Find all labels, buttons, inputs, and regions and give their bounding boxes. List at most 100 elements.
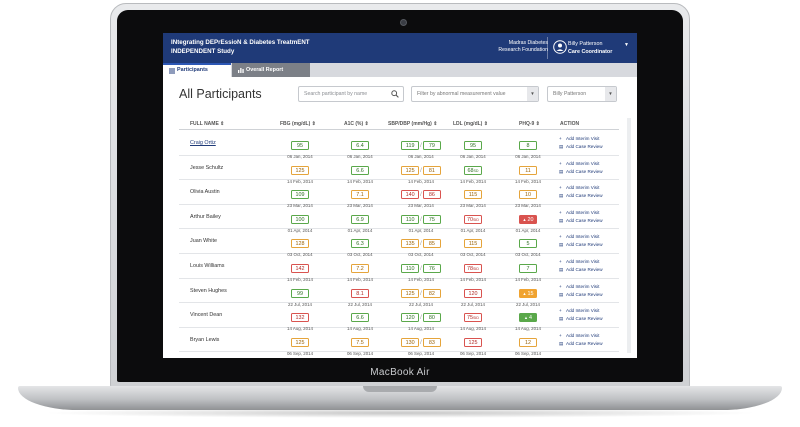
sbp-value: 120 [401,313,420,323]
ldl-date: 06 Sep, 2014 [459,350,487,356]
a1c-value-text: 8.1 [356,290,364,297]
add-interim-visit-link[interactable]: + Add Interim Visit [559,332,603,340]
table-scrollbar[interactable] [627,118,631,353]
coordinator-select[interactable]: Billy Patterson ▼ [547,86,617,102]
person-plus-icon: + [559,136,562,141]
laptop-notch [363,386,437,392]
person-plus-icon: + [559,332,562,338]
add-interim-visit-label: Add Interim Visit [566,160,600,166]
app-screen: INtegrating DEPrEssioN & Diabetes Treatm… [163,33,637,358]
phq9-value: 11 [519,165,537,175]
add-case-review-label: Add Case Review [566,144,603,149]
org-name-line2: Research Foundation [498,47,548,53]
person-plus-icon: + [559,308,562,314]
add-case-review-label: Add Case Review [566,217,603,223]
column-header-fbg[interactable]: FBG (mg/dL) ⇕ [280,121,316,127]
a1c-value-text: 6.6 [356,167,364,174]
add-interim-visit-link[interactable]: + Add Interim Visit [559,258,603,266]
add-interim-visit-link[interactable]: + Add Interim Visit [559,209,603,217]
coordinator-select-text: Billy Patterson [553,91,587,97]
clipboard-icon: ▤ [559,267,564,272]
bp-separator: / [420,315,422,322]
phq9-value: ▲ 15 [519,288,537,298]
add-case-review-link[interactable]: ▤ Add Case Review [559,340,603,348]
chevron-down-icon[interactable]: ▼ [624,42,629,48]
add-interim-visit-label: Add Interim Visit [566,136,600,141]
fbg-value-text: 109 [295,192,305,199]
add-interim-visit-link[interactable]: + Add Interim Visit [559,283,603,291]
column-header-a1c[interactable]: A1C (%) ⇕ [344,121,369,127]
add-interim-visit-link[interactable]: + Add Interim Visit [559,307,603,315]
a1c-value-text: 7.5 [356,339,364,346]
add-case-review-link[interactable]: ▤ Add Case Review [559,291,603,299]
a1c-value: 7.2 [351,264,369,273]
fbg-value-text: 142 [295,266,305,272]
a1c-value-text: 6.6 [356,315,364,322]
add-case-review-link[interactable]: ▤ Add Case Review [559,192,603,200]
search-box [298,86,404,102]
filter-select-text: Filter by abnormal measurement value [417,91,506,97]
add-case-review-link[interactable]: ▤ Add Case Review [559,168,603,176]
sbp-value: 135 [401,239,420,249]
user-name: Billy Patterson [568,41,603,47]
ldl-flag: SID [473,217,479,222]
row-actions: + Add Interim Visit ▤ Add Case Review [559,283,603,299]
user-icon[interactable] [553,40,567,54]
search-input[interactable] [299,87,389,101]
dbp-value: 75 [422,214,441,224]
add-interim-visit-label: Add Interim Visit [566,283,600,289]
ldl-value: 78SID [464,264,482,273]
phq9-cell: 12 06 Sep, 2014 [513,331,543,356]
add-case-review-link[interactable]: ▤ Add Case Review [559,241,603,249]
person-plus-icon: + [559,209,562,215]
sbp-value: 110 [401,264,420,273]
tab-overall-report[interactable]: Overall Report [232,63,310,77]
participant-name[interactable]: Craig Ortiz [190,140,216,146]
column-header-full-name[interactable]: FULL NAME ⇕ [190,121,224,127]
table-row: Bryan Lewis 125 06 Sep, 2014 7.5 06 Sep, 201… [179,328,619,356]
participant-name: Louis Williams [190,263,225,269]
add-case-review-link[interactable]: ▤ Add Case Review [559,143,603,151]
participant-name: Arthur Bailey [190,213,221,220]
search-icon[interactable] [391,90,399,98]
fbg-value: 95 [291,141,309,150]
tab-participants[interactable]: Participants [163,63,231,77]
participant-name: Juan White [190,238,217,245]
chart-icon [238,68,244,73]
dbp-value: 85 [422,239,441,249]
dbp-value: 80 [422,313,441,323]
dbp-value: 81 [422,165,441,175]
column-header-ldl[interactable]: LDL (mg/dL) ⇕ [453,121,488,127]
table-row: Vincent Dean 132 14 Aug, 2014 6.6 14 Aug, 20… [179,303,619,331]
add-case-review-link[interactable]: ▤ Add Case Review [559,315,603,323]
add-interim-visit-link[interactable]: + Add Interim Visit [559,184,603,192]
phq9-value-text: 7 [526,266,530,272]
add-interim-visit-link[interactable]: + Add Interim Visit [559,233,603,241]
participant-name: Jesse Schultz [190,164,224,171]
column-header-bp[interactable]: SBP/DBP (mm/Hg) ⇕ [388,121,437,127]
ldl-value: 68SD [464,165,482,175]
add-case-review-link[interactable]: ▤ Add Case Review [559,217,603,225]
add-interim-visit-link[interactable]: + Add Interim Visit [559,160,603,168]
laptop-base [18,386,782,410]
fbg-value-text: 100 [295,216,305,223]
clipboard-icon: ▤ [559,316,564,322]
ldl-flag: SID [473,316,479,321]
clipboard-icon: ▤ [559,144,564,149]
phq9-value-text: 11 [525,167,531,174]
add-interim-visit-label: Add Interim Visit [566,209,600,215]
row-actions: + Add Interim Visit ▤ Add Case Review [559,332,603,348]
abnormal-filter-select[interactable]: Filter by abnormal measurement value ▼ [411,86,539,102]
add-case-review-label: Add Case Review [566,267,603,272]
fbg-value-text: 128 [295,241,305,248]
a1c-value: 6.9 [351,214,369,224]
add-interim-visit-link[interactable]: + Add Interim Visit [559,135,603,143]
ldl-value: 115 [464,190,482,200]
sbp-value: 119 [401,141,420,150]
add-case-review-link[interactable]: ▤ Add Case Review [559,266,603,274]
row-actions: + Add Interim Visit ▤ Add Case Review [559,184,603,200]
user-menu[interactable]: Billy Patterson Care Coordinator [568,40,612,56]
bp-separator: / [420,339,422,346]
participant-name: Olivia Austin [190,189,220,196]
column-header-phq9[interactable]: PHQ-9 ⇕ [519,121,540,127]
